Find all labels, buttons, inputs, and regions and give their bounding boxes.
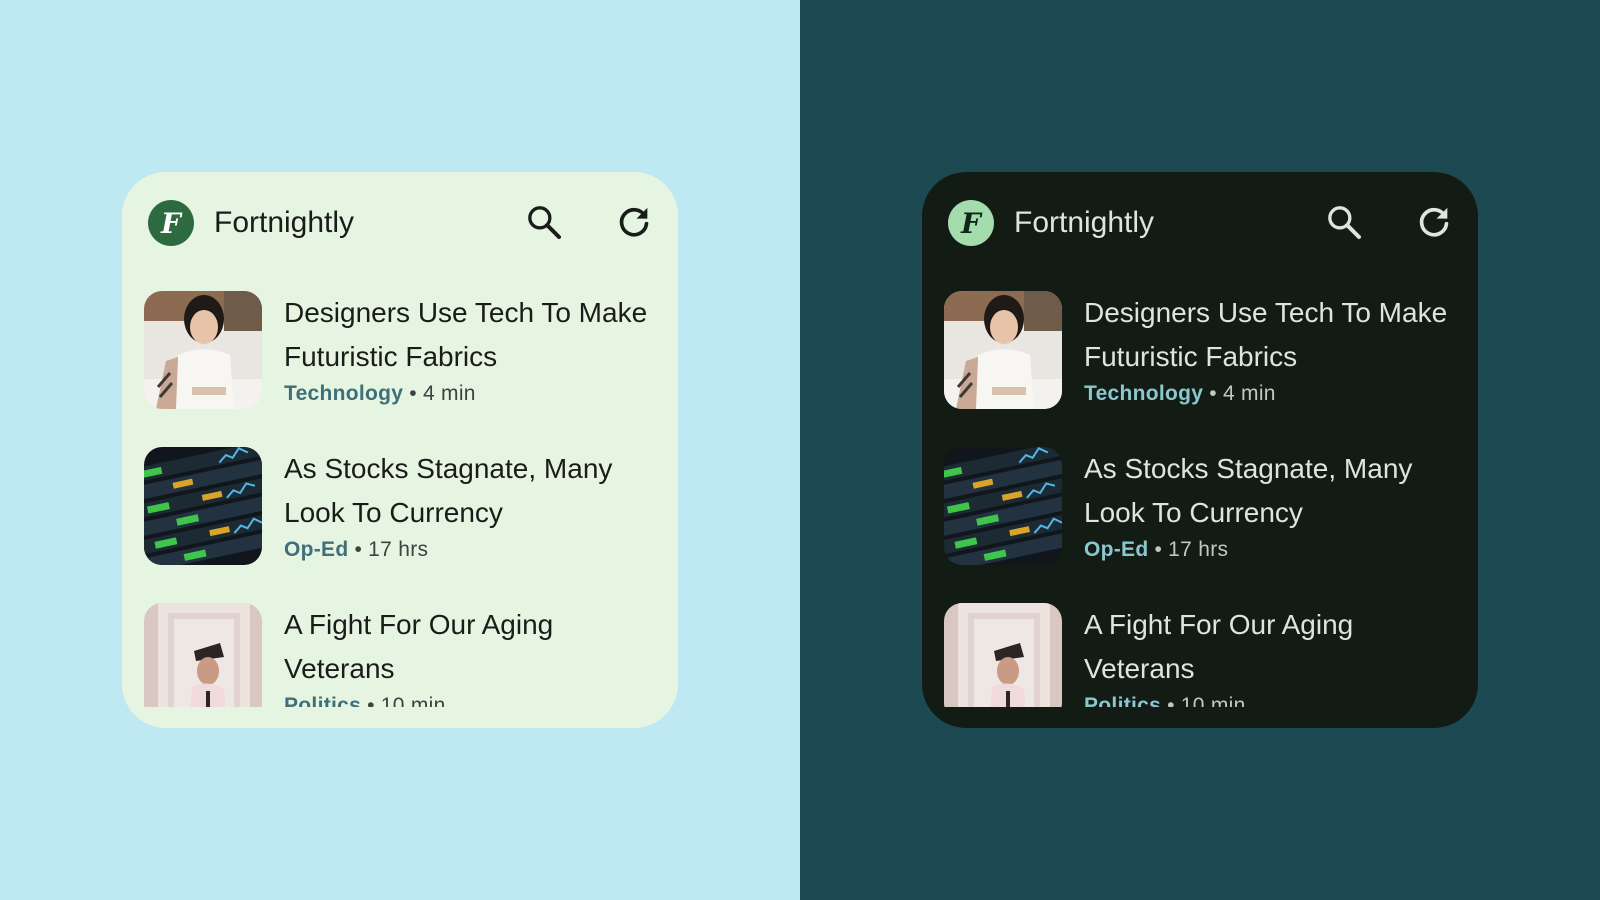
widget-header: F Fortnightly xyxy=(122,172,678,276)
search-button[interactable] xyxy=(520,198,568,246)
designer-thumbnail[interactable] xyxy=(944,291,1062,409)
article-duration: 4 min xyxy=(1222,382,1276,405)
dark-theme-panel: F Fortnightly Designers Use Tech To Make… xyxy=(800,0,1600,900)
widget-header: F Fortnightly xyxy=(922,172,1478,276)
article-item[interactable]: A Fight For Our Aging Veterans Politics •… xyxy=(944,603,1456,707)
article-meta: Technology • 4 min xyxy=(1084,379,1276,409)
app-title[interactable]: Fortnightly xyxy=(214,202,354,244)
article-category[interactable]: Technology xyxy=(284,382,403,405)
designer-thumbnail[interactable] xyxy=(144,291,262,409)
veteran-photo xyxy=(144,603,262,707)
stocks-thumbnail[interactable] xyxy=(144,447,262,565)
meta-separator: • xyxy=(1209,382,1217,405)
app-title[interactable]: Fortnightly xyxy=(1014,202,1154,244)
search-button[interactable] xyxy=(1320,198,1368,246)
article-headline[interactable]: As Stocks Stagnate, Many Look To Currenc… xyxy=(1084,447,1454,535)
article-meta: Op-Ed • 17 hrs xyxy=(284,535,428,565)
article-headline[interactable]: Designers Use Tech To Make Futuristic Fa… xyxy=(1084,291,1454,379)
article-category[interactable]: Politics xyxy=(284,694,361,707)
meta-separator: • xyxy=(1167,694,1175,707)
refresh-icon xyxy=(1419,207,1449,237)
article-duration: 10 min xyxy=(1180,694,1246,707)
search-icon xyxy=(528,206,561,239)
app-logo-icon[interactable]: F xyxy=(148,200,194,246)
article-headline[interactable]: Designers Use Tech To Make Futuristic Fa… xyxy=(284,291,654,379)
news-widget-light[interactable]: F Fortnightly Designers Use Tech To Make… xyxy=(122,172,678,728)
article-category[interactable]: Op-Ed xyxy=(1084,538,1149,561)
article-item[interactable]: Designers Use Tech To Make Futuristic Fa… xyxy=(144,291,656,447)
article-duration: 10 min xyxy=(380,694,446,707)
designer-photo xyxy=(144,291,262,409)
article-headline[interactable]: A Fight For Our Aging Veterans xyxy=(284,603,654,691)
article-duration: 17 hrs xyxy=(368,538,429,561)
stocks-thumbnail[interactable] xyxy=(944,447,1062,565)
light-theme-panel: F Fortnightly Designers Use Tech To Make… xyxy=(0,0,800,900)
meta-separator: • xyxy=(409,382,417,405)
article-category[interactable]: Politics xyxy=(1084,694,1161,707)
article-headline[interactable]: As Stocks Stagnate, Many Look To Currenc… xyxy=(284,447,654,535)
meta-separator: • xyxy=(1154,538,1163,561)
article-item[interactable]: As Stocks Stagnate, Many Look To Currenc… xyxy=(144,447,656,603)
meta-separator: • xyxy=(367,694,375,707)
article-category[interactable]: Op-Ed xyxy=(284,538,349,561)
article-meta: Technology • 4 min xyxy=(284,379,476,409)
refresh-button[interactable] xyxy=(610,198,658,246)
article-list[interactable]: Designers Use Tech To Make Futuristic Fa… xyxy=(944,291,1456,707)
news-widget-dark[interactable]: F Fortnightly Designers Use Tech To Make… xyxy=(922,172,1478,728)
article-list[interactable]: Designers Use Tech To Make Futuristic Fa… xyxy=(144,291,656,707)
article-meta: Politics • 10 min xyxy=(284,691,446,707)
search-icon xyxy=(1328,206,1361,239)
article-duration: 17 hrs xyxy=(1168,538,1229,561)
veteran-photo xyxy=(944,603,1062,707)
stock-board-photo xyxy=(144,447,262,565)
article-meta: Politics • 10 min xyxy=(1084,691,1246,707)
article-duration: 4 min xyxy=(422,382,476,405)
article-item[interactable]: Designers Use Tech To Make Futuristic Fa… xyxy=(944,291,1456,447)
article-item[interactable]: A Fight For Our Aging Veterans Politics •… xyxy=(144,603,656,707)
veteran-thumbnail[interactable] xyxy=(944,603,1062,707)
article-item[interactable]: As Stocks Stagnate, Many Look To Currenc… xyxy=(944,447,1456,603)
article-meta: Op-Ed • 17 hrs xyxy=(1084,535,1228,565)
refresh-button[interactable] xyxy=(1410,198,1458,246)
veteran-thumbnail[interactable] xyxy=(144,603,262,707)
stock-board-photo xyxy=(944,447,1062,565)
refresh-icon xyxy=(619,207,649,237)
article-category[interactable]: Technology xyxy=(1084,382,1203,405)
designer-photo xyxy=(944,291,1062,409)
app-logo-icon[interactable]: F xyxy=(948,200,994,246)
article-headline[interactable]: A Fight For Our Aging Veterans xyxy=(1084,603,1454,691)
meta-separator: • xyxy=(354,538,363,561)
